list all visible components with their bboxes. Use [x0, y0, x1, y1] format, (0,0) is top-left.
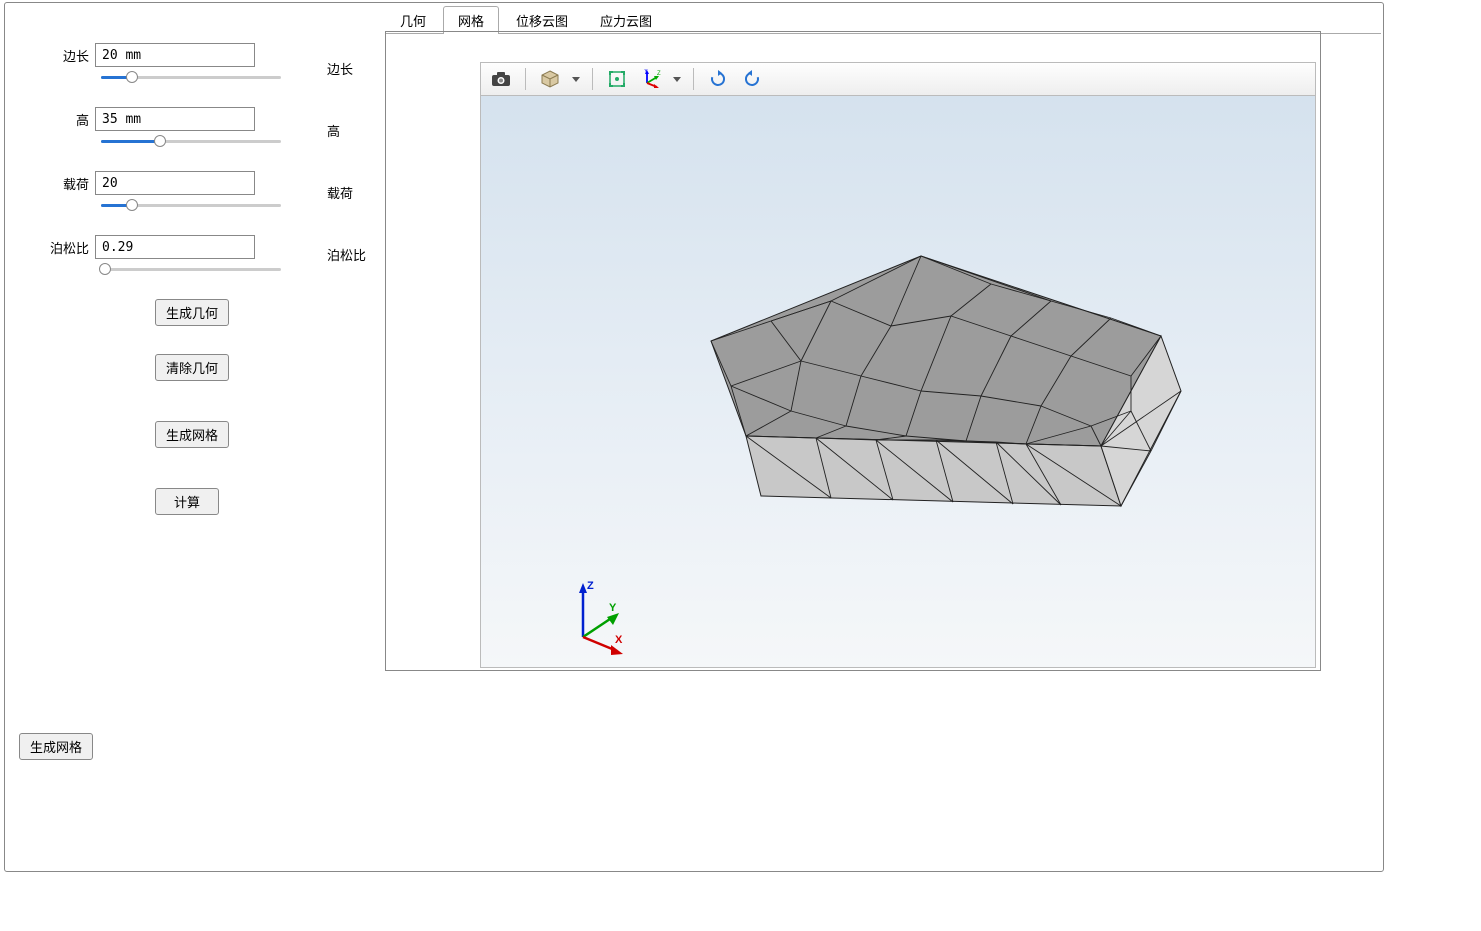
load-row: 载荷: [15, 171, 375, 195]
chevron-down-icon[interactable]: [570, 75, 582, 83]
load-label: 载荷: [15, 174, 95, 193]
tab-stress-contour[interactable]: 应力云图: [585, 6, 667, 34]
rotate-ccw-icon[interactable]: [738, 66, 766, 92]
mesh-render: [631, 246, 1191, 586]
axis-x-label: X: [615, 634, 623, 646]
height-echo: 高: [327, 113, 387, 175]
load-input[interactable]: [95, 171, 255, 195]
poisson-input[interactable]: [95, 235, 255, 259]
height-slider[interactable]: [101, 135, 281, 149]
viewport-toolbar: Y Z: [480, 62, 1316, 96]
tab-mesh[interactable]: 网格: [443, 6, 499, 34]
viewport-frame: Y Z: [385, 31, 1321, 671]
axis-y-label: Y: [609, 602, 617, 614]
edge-length-label: 边长: [15, 46, 95, 65]
svg-text:Y: Y: [644, 69, 648, 75]
height-row: 高: [15, 107, 375, 131]
camera-icon[interactable]: [487, 66, 515, 92]
cube-view-icon[interactable]: [536, 66, 564, 92]
load-echo: 载荷: [327, 175, 387, 237]
viewport-canvas[interactable]: Z Y X: [480, 96, 1316, 668]
height-label: 高: [15, 110, 95, 129]
tab-displacement-contour[interactable]: 位移云图: [501, 6, 583, 34]
tab-geometry[interactable]: 几何: [385, 6, 441, 34]
poisson-slider[interactable]: [101, 263, 281, 277]
edge-length-input[interactable]: [95, 43, 255, 67]
load-slider[interactable]: [101, 199, 281, 213]
poisson-echo: 泊松比: [327, 237, 387, 299]
footer-generate-mesh-button[interactable]: 生成网格: [19, 733, 93, 760]
generate-geometry-button[interactable]: 生成几何: [155, 299, 229, 326]
poisson-row: 泊松比: [15, 235, 375, 259]
generate-mesh-button[interactable]: 生成网格: [155, 421, 229, 448]
parameter-echo-column: 边长 高 载荷 泊松比: [327, 51, 387, 299]
axis-z-label: Z: [587, 580, 594, 592]
fit-all-icon[interactable]: [603, 66, 631, 92]
edge-length-echo: 边长: [327, 51, 387, 113]
tab-bar: 几何 网格 位移云图 应力云图: [385, 5, 1381, 34]
poisson-label: 泊松比: [15, 238, 95, 257]
rotate-cw-icon[interactable]: [704, 66, 732, 92]
compute-button[interactable]: 计算: [155, 488, 219, 515]
height-input[interactable]: [95, 107, 255, 131]
clear-geometry-button[interactable]: 清除几何: [155, 354, 229, 381]
edge-length-row: 边长: [15, 43, 375, 67]
axis-triad-icon: Z Y X: [563, 577, 643, 657]
chevron-down-icon[interactable]: [671, 75, 683, 83]
axes-icon[interactable]: Y Z: [637, 66, 665, 92]
edge-length-slider[interactable]: [101, 71, 281, 85]
app-window: 边长 高 载荷 泊松比: [4, 2, 1384, 872]
svg-text:Z: Z: [657, 71, 661, 77]
